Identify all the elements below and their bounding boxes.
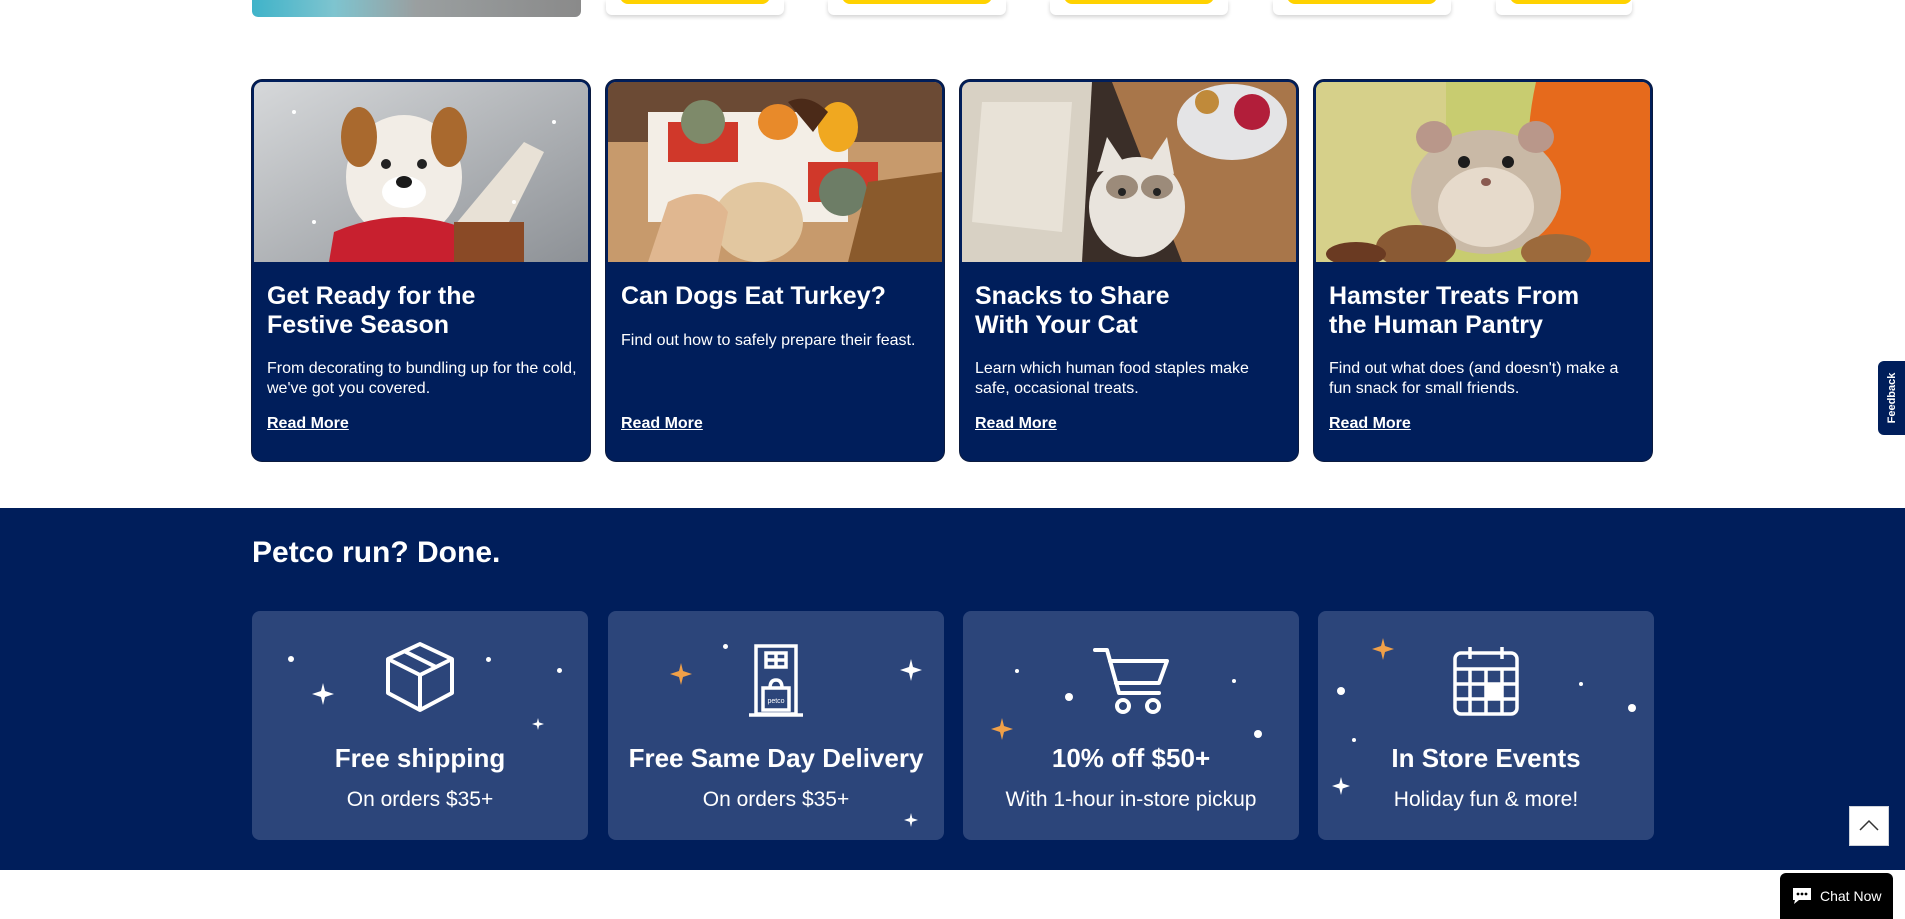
article-card[interactable]: Snacks to Share With Your Cat Learn which… xyxy=(960,80,1298,461)
cart-icon xyxy=(1093,647,1169,720)
door-bag-icon: petco xyxy=(746,643,806,724)
article-title: Snacks to Share With Your Cat xyxy=(975,282,1170,339)
article-description: Learn which human food staples make safe… xyxy=(975,360,1249,397)
carousel-card[interactable] xyxy=(1050,0,1228,15)
feature-subtitle: On orders $35+ xyxy=(702,788,850,811)
calendar-icon xyxy=(1452,645,1520,722)
chat-bubble-icon xyxy=(1793,888,1811,904)
article-description: From decorating to bundling up for the c… xyxy=(267,360,577,397)
feature-card-store-events[interactable]: In Store Events Holiday fun & more! xyxy=(1318,611,1654,840)
article-image-cat-snack xyxy=(962,82,1296,262)
carousel-thumbnail[interactable] xyxy=(252,0,581,17)
feature-subtitle: Holiday fun & more! xyxy=(1393,788,1579,811)
banner-heading: Petco run? Done. xyxy=(252,536,501,569)
feature-card-same-day-delivery[interactable]: petco Free Same Day Delivery On orders $… xyxy=(608,611,944,840)
feedback-tab[interactable]: Feedback xyxy=(1878,361,1905,435)
article-description: Find out how to safely prepare their fea… xyxy=(621,332,916,349)
feature-title: Free shipping xyxy=(334,743,506,773)
article-image-dog-snow xyxy=(254,82,588,262)
feature-subtitle: With 1-hour in-store pickup xyxy=(1005,788,1257,811)
feature-card-discount[interactable]: 10% off $50+ With 1-hour in-store pickup xyxy=(963,611,1299,840)
svg-text:petco: petco xyxy=(767,698,784,705)
carousel-card[interactable] xyxy=(828,0,1006,15)
carousel-card[interactable] xyxy=(1496,0,1632,15)
read-more-link[interactable]: Read More xyxy=(975,415,1057,433)
carousel-card[interactable] xyxy=(606,0,784,15)
feature-title: In Store Events xyxy=(1391,743,1581,773)
article-title: Hamster Treats From the Human Pantry xyxy=(1329,282,1580,339)
article-cards: Get Ready for the Festive Season From dec… xyxy=(252,80,1654,461)
read-more-link[interactable]: Read More xyxy=(267,415,349,433)
petco-run-banner: Petco run? Done. Free shipping On orders… xyxy=(0,508,1905,870)
box-icon xyxy=(385,641,455,718)
chat-now-button[interactable]: Chat Now xyxy=(1780,873,1893,919)
article-card[interactable]: Can Dogs Eat Turkey? Find out how to saf… xyxy=(606,80,944,461)
article-card[interactable]: Get Ready for the Festive Season From dec… xyxy=(252,80,590,461)
carousel-strip xyxy=(0,0,1905,20)
chevron-up-icon xyxy=(1859,819,1879,831)
feature-card-free-shipping[interactable]: Free shipping On orders $35+ xyxy=(252,611,588,840)
article-description: Find out what does (and doesn't) make a … xyxy=(1329,360,1619,397)
article-image-dog-turkey xyxy=(608,82,942,262)
feature-title: Free Same Day Delivery xyxy=(628,743,924,773)
feature-subtitle: On orders $35+ xyxy=(346,788,494,811)
article-image-hamster xyxy=(1316,82,1650,262)
read-more-link[interactable]: Read More xyxy=(621,415,703,433)
carousel-card[interactable] xyxy=(1273,0,1451,15)
back-to-top-button[interactable] xyxy=(1849,806,1889,846)
read-more-link[interactable]: Read More xyxy=(1329,415,1411,433)
article-card[interactable]: Hamster Treats From the Human Pantry Find… xyxy=(1314,80,1652,461)
article-title: Can Dogs Eat Turkey? xyxy=(621,282,886,310)
feature-title: 10% off $50+ xyxy=(1051,743,1211,773)
chat-now-label: Chat Now xyxy=(1820,888,1882,904)
feedback-label: Feedback xyxy=(1885,372,1898,424)
article-title: Get Ready for the Festive Season xyxy=(267,282,476,339)
